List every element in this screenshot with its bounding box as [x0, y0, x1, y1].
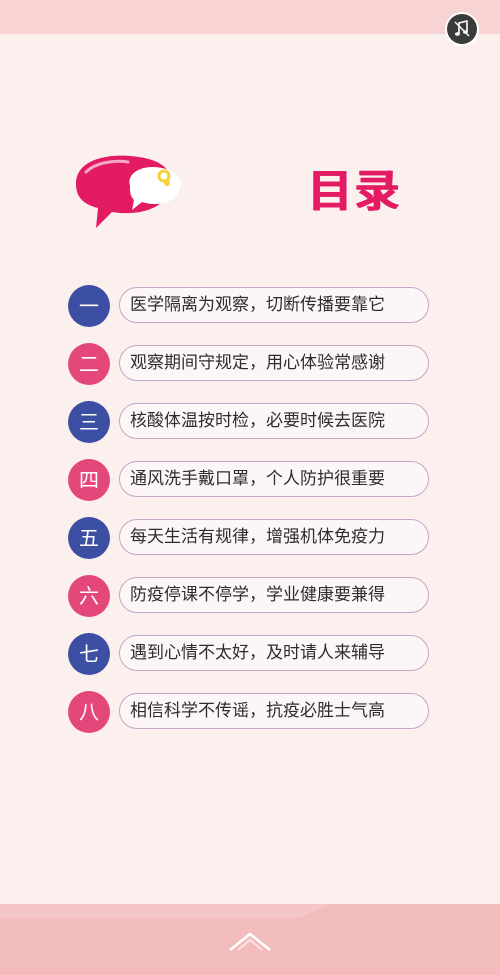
- toc-label: 相信科学不传谣，抗疫必胜士气高: [119, 693, 429, 729]
- toc-number-badge: 五: [68, 517, 110, 559]
- toc-label: 观察期间守规定，用心体验常感谢: [119, 345, 429, 381]
- toc-label: 核酸体温按时检，必要时候去医院: [119, 403, 429, 439]
- toc-number-badge: 八: [68, 691, 110, 733]
- toc-item-3[interactable]: 三 核酸体温按时检，必要时候去医院: [68, 401, 438, 443]
- chevron-up-icon[interactable]: [228, 930, 272, 952]
- toc-item-2[interactable]: 二 观察期间守规定，用心体验常感谢: [68, 343, 438, 385]
- toc-item-4[interactable]: 四 通风洗手戴口罩，个人防护很重要: [68, 459, 438, 501]
- toc-item-5[interactable]: 五 每天生活有规律，增强机体免疫力: [68, 517, 438, 559]
- page-title: 目录: [308, 166, 402, 217]
- toc-label: 通风洗手戴口罩，个人防护很重要: [119, 461, 429, 497]
- toc-label: 遇到心情不太好，及时请人来辅导: [119, 635, 429, 671]
- toc-number-badge: 六: [68, 575, 110, 617]
- toc-label: 医学隔离为观察，切断传播要靠它: [119, 287, 429, 323]
- toc-label: 防疫停课不停学，学业健康要兼得: [119, 577, 429, 613]
- toc-label: 每天生活有规律，增强机体免疫力: [119, 519, 429, 555]
- toc-item-7[interactable]: 七 遇到心情不太好，及时请人来辅导: [68, 633, 438, 675]
- toc-number-badge: 四: [68, 459, 110, 501]
- toc-number-badge: 一: [68, 285, 110, 327]
- toc-item-6[interactable]: 六 防疫停课不停学，学业健康要兼得: [68, 575, 438, 617]
- toc-number-badge: 二: [68, 343, 110, 385]
- music-note-icon: [454, 19, 470, 37]
- top-band: [0, 0, 500, 34]
- toc-number-badge: 七: [68, 633, 110, 675]
- speech-bubble-logo: [76, 155, 181, 228]
- toc-item-1[interactable]: 一 医学隔离为观察，切断传播要靠它: [68, 285, 438, 327]
- music-toggle-button[interactable]: [447, 14, 477, 44]
- toc-item-8[interactable]: 八 相信科学不传谣，抗疫必胜士气高: [68, 691, 438, 733]
- toc-number-badge: 三: [68, 401, 110, 443]
